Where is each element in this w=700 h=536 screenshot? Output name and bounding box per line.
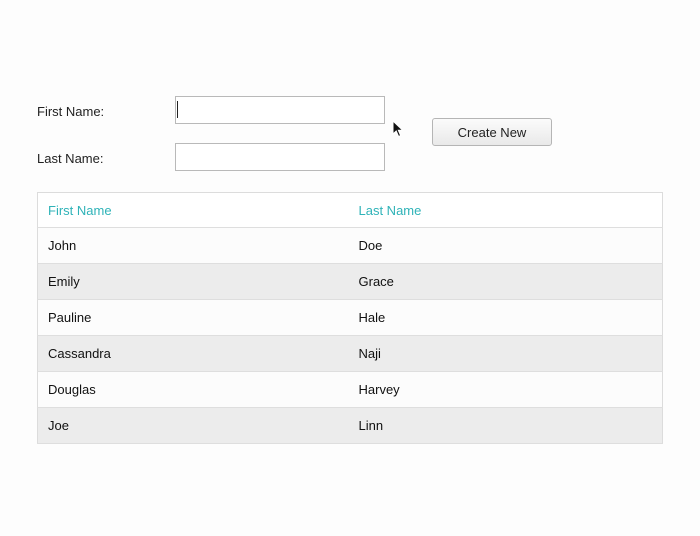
- table-row[interactable]: Douglas Harvey: [37, 371, 663, 408]
- table-row[interactable]: Joe Linn: [37, 407, 663, 444]
- cell-last-name: Hale: [348, 299, 663, 336]
- column-header-first-name[interactable]: First Name: [37, 192, 349, 228]
- cell-first-name: Joe: [37, 407, 349, 444]
- table-row[interactable]: John Doe: [37, 227, 663, 264]
- table-row[interactable]: Cassandra Naji: [37, 335, 663, 372]
- cell-last-name: Linn: [348, 407, 663, 444]
- cell-first-name: Pauline: [37, 299, 349, 336]
- column-header-last-name[interactable]: Last Name: [348, 192, 663, 228]
- people-table: First Name Last Name John Doe Emily Grac…: [37, 192, 663, 444]
- cell-first-name: John: [37, 227, 349, 264]
- text-caret: [177, 101, 178, 118]
- table-row[interactable]: Emily Grace: [37, 263, 663, 300]
- cell-first-name: Cassandra: [37, 335, 349, 372]
- cell-last-name: Harvey: [348, 371, 663, 408]
- cell-first-name: Emily: [37, 263, 349, 300]
- cell-last-name: Doe: [348, 227, 663, 264]
- first-name-input[interactable]: [175, 96, 385, 124]
- create-new-button[interactable]: Create New: [432, 118, 552, 146]
- table-header-row: First Name Last Name: [37, 192, 663, 228]
- cell-last-name: Grace: [348, 263, 663, 300]
- first-name-label: First Name:: [37, 104, 105, 119]
- last-name-input[interactable]: [175, 143, 385, 171]
- cell-last-name: Naji: [348, 335, 663, 372]
- last-name-label: Last Name:: [37, 151, 104, 166]
- mouse-pointer-icon: [392, 120, 404, 138]
- cell-first-name: Douglas: [37, 371, 349, 408]
- table-row[interactable]: Pauline Hale: [37, 299, 663, 336]
